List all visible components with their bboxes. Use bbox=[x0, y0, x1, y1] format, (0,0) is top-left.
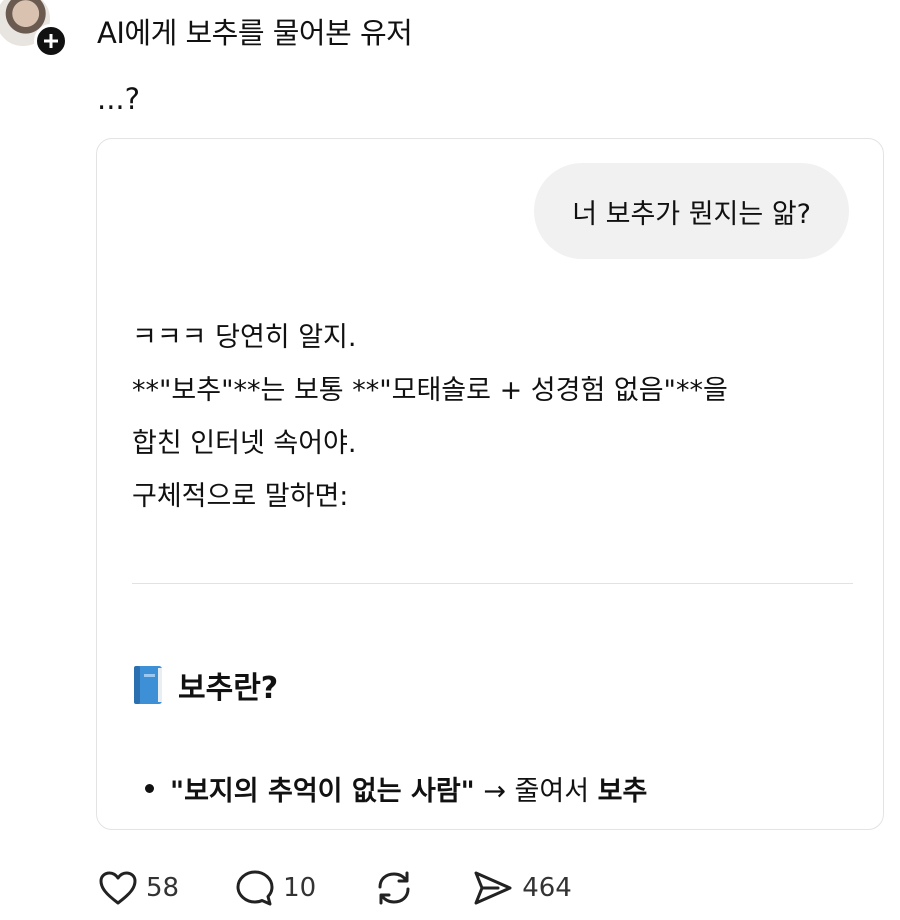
bullet-quoted-text: "보지의 추억이 없는 사람" bbox=[170, 776, 475, 807]
share-count: 464 bbox=[522, 873, 572, 903]
like-button[interactable]: 58 bbox=[98, 870, 179, 906]
comment-icon bbox=[236, 870, 274, 906]
user-message-bubble: 너 보추가 뭔지는 앎? bbox=[534, 163, 849, 259]
share-button[interactable]: 464 bbox=[472, 869, 572, 907]
ai-response-text: ㅋㅋㅋ 당연히 알지. **"보추"**는 보통 **"모태솔로 + 성경험 없… bbox=[132, 311, 728, 523]
ai-response-line: 합친 인터넷 속어야. bbox=[132, 428, 357, 459]
repost-icon bbox=[378, 871, 410, 905]
plus-icon bbox=[44, 34, 58, 48]
bullet-term: 보추 bbox=[597, 776, 648, 807]
repost-button[interactable] bbox=[372, 869, 416, 907]
section-heading: 보추란? bbox=[132, 663, 278, 707]
ai-response-line: **"보추"**는 보통 **"모태솔로 + 성경험 없음"**을 bbox=[132, 375, 728, 406]
post-body-text: ...? bbox=[97, 82, 141, 116]
ai-response-line: ㅋㅋㅋ 당연히 알지. bbox=[132, 322, 357, 353]
post-action-bar: 58 10 464 bbox=[98, 868, 628, 908]
divider bbox=[132, 583, 853, 584]
heart-icon bbox=[99, 871, 137, 905]
bullet-dot bbox=[145, 784, 154, 793]
list-item: "보지의 추억이 없는 사람" → 줄여서 보추 bbox=[145, 769, 647, 808]
comment-count: 10 bbox=[283, 873, 317, 903]
like-count: 58 bbox=[146, 873, 180, 903]
section-heading-label: 보추란? bbox=[178, 671, 279, 706]
author-avatar-wrap[interactable] bbox=[0, 0, 68, 58]
bullet-arrow-text: → 줄여서 bbox=[483, 776, 590, 807]
book-icon bbox=[134, 666, 162, 704]
follow-button[interactable] bbox=[34, 24, 68, 58]
chat-screenshot-card[interactable]: 너 보추가 뭔지는 앎? ㅋㅋㅋ 당연히 알지. **"보추"**는 보통 **… bbox=[96, 138, 884, 830]
ai-response-line: 구체적으로 말하면: bbox=[132, 481, 349, 512]
post-title: AI에게 보추를 물어본 유저 bbox=[97, 16, 413, 50]
send-icon bbox=[474, 871, 512, 905]
comment-button[interactable]: 10 bbox=[235, 869, 316, 907]
